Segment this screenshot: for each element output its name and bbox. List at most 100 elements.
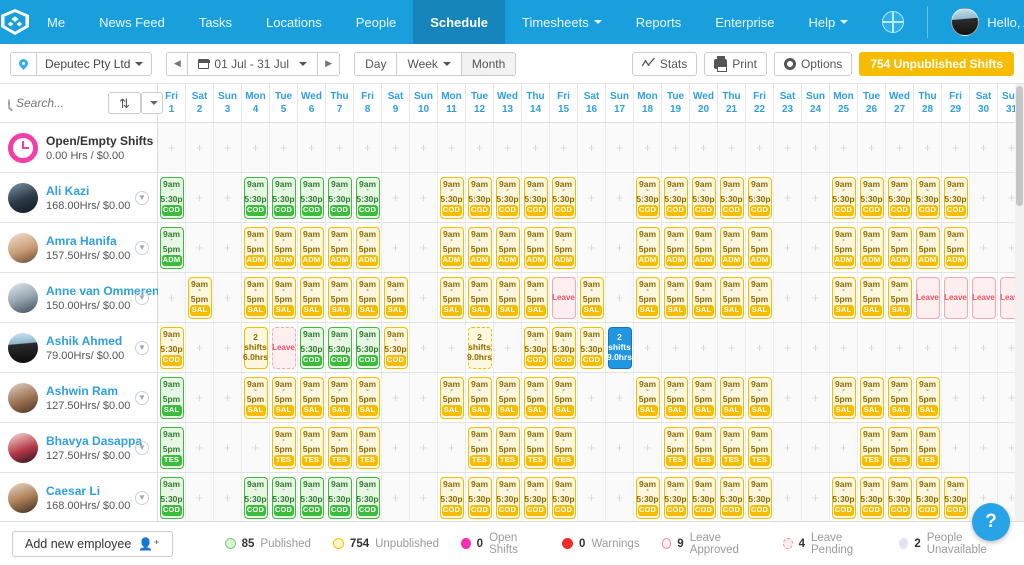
shift-card[interactable]: 9am-5pmSAL: [328, 377, 352, 419]
shift-grid-cell[interactable]: +: [466, 123, 494, 172]
shift-card[interactable]: 9am-5pmADM: [440, 227, 464, 269]
shift-card[interactable]: 9am-5:30pCOD: [328, 177, 352, 219]
view-week-button[interactable]: Week: [397, 52, 461, 76]
shift-grid-cell[interactable]: 9am-5pmTES: [466, 423, 494, 472]
shift-grid-cell[interactable]: +: [186, 323, 214, 372]
add-shift-plus-icon[interactable]: +: [392, 140, 400, 155]
shift-grid-cell[interactable]: 9am-5pmTES: [858, 423, 886, 472]
shift-grid-cell[interactable]: 9am-5:30pCOD: [830, 173, 858, 222]
employee-expand-chevron-icon[interactable]: ▼: [135, 391, 149, 405]
add-shift-plus-icon[interactable]: +: [784, 190, 792, 205]
shift-grid-cell[interactable]: 9am-5:30pCOD: [354, 323, 382, 372]
add-shift-plus-icon[interactable]: +: [812, 340, 820, 355]
shift-grid-cell[interactable]: 9am-5:30pCOD: [438, 173, 466, 222]
shift-card[interactable]: 9am-5pmSAL: [440, 377, 464, 419]
shift-card[interactable]: 9am-5:30pCOD: [524, 327, 548, 369]
add-shift-plus-icon[interactable]: +: [588, 240, 596, 255]
shift-grid-cell[interactable]: +: [606, 273, 634, 322]
date-header-cell[interactable]: Sat16: [578, 84, 606, 122]
shift-card[interactable]: 9am-5pmADM: [244, 227, 268, 269]
add-shift-plus-icon[interactable]: +: [420, 440, 428, 455]
add-shift-plus-icon[interactable]: +: [504, 340, 512, 355]
shift-grid-cell[interactable]: Leave: [942, 273, 970, 322]
shift-grid-cell[interactable]: +: [774, 473, 802, 521]
shift-grid-cell[interactable]: +: [270, 123, 298, 172]
shift-grid-cell[interactable]: +: [858, 323, 886, 372]
add-shift-plus-icon[interactable]: +: [448, 340, 456, 355]
shift-grid-cell[interactable]: 9am-5:30pCOD: [634, 473, 662, 521]
employee-row[interactable]: Ali Kazi168.00Hrs/ $0.00▼: [0, 173, 157, 223]
shift-grid-cell[interactable]: +: [690, 323, 718, 372]
add-shift-plus-icon[interactable]: +: [196, 490, 204, 505]
shift-grid-cell[interactable]: 9am-5pmSAL: [242, 273, 270, 322]
date-header-cell[interactable]: Tue12: [466, 84, 494, 122]
shift-grid-cell[interactable]: 9am-5:30pCOD: [886, 473, 914, 521]
add-shift-plus-icon[interactable]: +: [644, 140, 652, 155]
shift-grid-cell[interactable]: +: [970, 423, 998, 472]
shift-grid-cell[interactable]: +: [830, 423, 858, 472]
shift-card[interactable]: 9am-5pmTES: [356, 427, 380, 469]
add-shift-plus-icon[interactable]: +: [364, 140, 372, 155]
add-shift-plus-icon[interactable]: +: [672, 340, 680, 355]
shift-card[interactable]: 9am-5:30pCOD: [692, 477, 716, 519]
shift-grid-cell[interactable]: +: [858, 123, 886, 172]
shift-card[interactable]: 9am-5pmSAL: [496, 277, 520, 319]
date-header-cell[interactable]: Wed27: [886, 84, 914, 122]
shift-grid-cell[interactable]: +: [718, 323, 746, 372]
shift-grid-cell[interactable]: 9am-5pmTES: [326, 423, 354, 472]
add-shift-plus-icon[interactable]: +: [420, 190, 428, 205]
shift-card[interactable]: 9am-5pmADM: [552, 227, 576, 269]
shift-grid-cell[interactable]: +: [606, 173, 634, 222]
multi-shift-card[interactable]: 2shifts6.0hrs: [244, 327, 268, 369]
shift-card[interactable]: 9am-5:30pCOD: [944, 477, 968, 519]
add-shift-plus-icon[interactable]: +: [784, 240, 792, 255]
shift-grid-cell[interactable]: 9am-5:30pCOD: [550, 173, 578, 222]
shift-grid-cell[interactable]: 9am-5pmTES: [914, 423, 942, 472]
shift-grid-cell[interactable]: +: [382, 223, 410, 272]
date-header-cell[interactable]: Sat9: [382, 84, 410, 122]
app-logo[interactable]: [0, 0, 30, 44]
shift-grid-cell[interactable]: 9am-5:30pCOD: [634, 173, 662, 222]
shift-card[interactable]: 9am-5pmADM: [720, 227, 744, 269]
shift-grid-cell[interactable]: +: [802, 123, 830, 172]
shift-grid-cell[interactable]: +: [970, 373, 998, 422]
shift-card[interactable]: 9am-5pmSAL: [356, 377, 380, 419]
shift-grid-cell[interactable]: 9am-5:30pCOD: [326, 173, 354, 222]
date-header-cell[interactable]: Thu14: [522, 84, 550, 122]
shift-grid-cell[interactable]: +: [382, 473, 410, 521]
shift-card[interactable]: 9am-5pmSAL: [636, 377, 660, 419]
date-header-cell[interactable]: Tue19: [662, 84, 690, 122]
view-day-button[interactable]: Day: [354, 52, 397, 76]
shift-grid-cell[interactable]: +: [914, 123, 942, 172]
nav-item-tasks[interactable]: Tasks: [182, 0, 249, 44]
shift-card[interactable]: 9am-5:30pCOD: [580, 327, 604, 369]
shift-grid-cell[interactable]: +: [886, 323, 914, 372]
shift-grid-cell[interactable]: 9am-5:30pCOD: [690, 473, 718, 521]
add-shift-plus-icon[interactable]: +: [980, 140, 988, 155]
shift-grid-cell[interactable]: +: [802, 373, 830, 422]
shift-card[interactable]: 9am-5:30pCOD: [328, 327, 352, 369]
add-shift-plus-icon[interactable]: +: [420, 490, 428, 505]
date-range-button[interactable]: 01 Jul - 31 Jul: [188, 52, 318, 76]
shift-card[interactable]: 9am-5pmADM: [328, 227, 352, 269]
shift-grid-cell[interactable]: 9am-5pmTES: [522, 423, 550, 472]
nav-item-enterprise[interactable]: Enterprise: [698, 0, 791, 44]
shift-grid-cell[interactable]: 9am-5:30pCOD: [158, 323, 186, 372]
add-shift-plus-icon[interactable]: +: [672, 140, 680, 155]
shift-grid-cell[interactable]: +: [942, 373, 970, 422]
shift-grid-cell[interactable]: 9am-5pmADM: [270, 223, 298, 272]
date-header-cell[interactable]: Sun24: [802, 84, 830, 122]
shift-grid-cell[interactable]: +: [970, 123, 998, 172]
add-shift-plus-icon[interactable]: +: [224, 190, 232, 205]
shift-card[interactable]: 9am-5:30pCOD: [524, 477, 548, 519]
shift-card[interactable]: 9am-5:30pCOD: [860, 477, 884, 519]
shift-card[interactable]: 9am-5pmSAL: [524, 277, 548, 319]
shift-grid-cell[interactable]: 9am-5pmADM: [858, 223, 886, 272]
add-shift-plus-icon[interactable]: +: [224, 490, 232, 505]
shift-grid-cell[interactable]: 9am-5:30pCOD: [830, 473, 858, 521]
add-shift-plus-icon[interactable]: +: [980, 440, 988, 455]
shift-card[interactable]: 9am-5pmADM: [860, 227, 884, 269]
add-shift-plus-icon[interactable]: +: [784, 390, 792, 405]
shift-grid-cell[interactable]: +: [746, 123, 774, 172]
shift-grid-cell[interactable]: 9am-5pmTES: [718, 423, 746, 472]
